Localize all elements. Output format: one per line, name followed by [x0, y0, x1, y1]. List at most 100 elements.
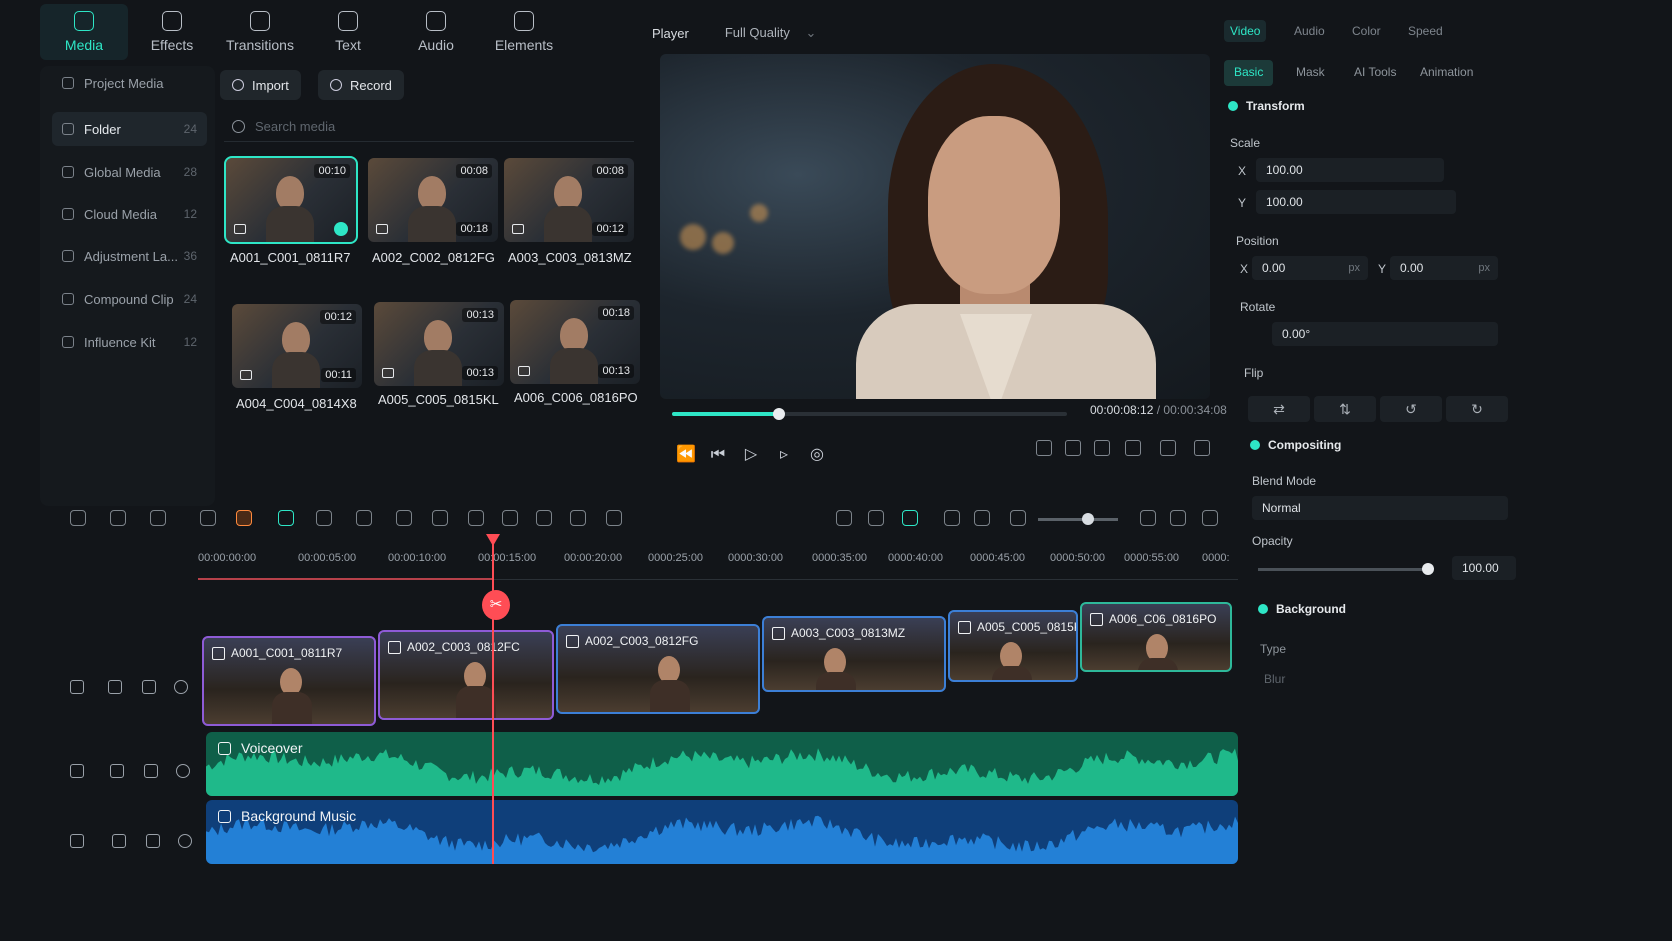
settings-icon[interactable] — [1194, 440, 1210, 456]
audio-detach-icon[interactable] — [502, 510, 518, 526]
freeze-icon[interactable] — [536, 510, 552, 526]
timeline-clip[interactable]: A002_C003_0812FC — [378, 630, 554, 720]
play-icon[interactable]: ▷ — [742, 446, 760, 464]
render-icon[interactable] — [1160, 440, 1176, 456]
marker-icon[interactable] — [396, 510, 412, 526]
nav-media[interactable]: Media — [40, 4, 128, 60]
link-icon[interactable] — [868, 510, 884, 526]
timeline-clip[interactable]: A005_C005_0815KL — [948, 610, 1078, 682]
playback-progress[interactable] — [672, 408, 1067, 420]
opacity-handle[interactable] — [1422, 563, 1434, 575]
compositing-section[interactable]: Compositing — [1250, 438, 1341, 452]
record-voice-icon[interactable] — [570, 510, 586, 526]
opacity-field[interactable]: 100.00 — [1452, 556, 1516, 580]
quality-dropdown[interactable]: Full Quality — [725, 25, 817, 41]
rotate-field[interactable]: 0.00° — [1272, 322, 1498, 346]
scissors-icon[interactable]: ✂ — [482, 590, 510, 620]
track-settings-icon[interactable] — [1170, 510, 1186, 526]
undo-icon[interactable] — [110, 510, 126, 526]
mute-icon[interactable] — [112, 834, 126, 848]
sidebar-item-influence-kit[interactable]: Influence Kit 12 — [52, 325, 207, 359]
loop-icon[interactable]: ◎ — [808, 446, 826, 464]
ripple-icon[interactable] — [944, 510, 960, 526]
nav-effects[interactable]: Effects — [128, 4, 216, 60]
display-icon[interactable] — [1094, 440, 1110, 456]
sidebar-item-adjustment-layer[interactable]: Adjustment La... 36 — [52, 239, 207, 273]
lock-icon[interactable] — [146, 834, 160, 848]
crop-tool-icon[interactable] — [278, 510, 294, 526]
tab-color[interactable]: Color — [1346, 20, 1387, 42]
timeline-clip[interactable]: A003_C003_0813MZ — [762, 616, 946, 692]
scale-x-field[interactable]: 100.00 — [1256, 158, 1444, 182]
mask-icon[interactable] — [468, 510, 484, 526]
subtab-animation[interactable]: Animation — [1410, 60, 1483, 86]
timeline-clip[interactable]: A002_C003_0812FG — [556, 624, 760, 714]
ai-cut-icon[interactable] — [236, 510, 252, 526]
nav-transitions[interactable]: Transitions — [216, 4, 304, 60]
video-preview[interactable] — [660, 54, 1210, 399]
position-x-field[interactable]: 0.00 px — [1252, 256, 1368, 280]
subtab-basic[interactable]: Basic — [1224, 60, 1274, 86]
zoom-fit-icon[interactable] — [974, 510, 990, 526]
media-thumb[interactable]: 00:18 00:13 — [510, 300, 640, 384]
color-icon[interactable] — [356, 510, 372, 526]
speed-icon[interactable] — [316, 510, 332, 526]
crop-icon[interactable] — [1065, 440, 1081, 456]
sidebar-item-folder[interactable]: Folder 24 — [52, 112, 207, 146]
transform-section[interactable]: Transform — [1228, 99, 1305, 113]
music-clip[interactable]: Background Music — [206, 800, 1238, 864]
keyframe-icon[interactable] — [432, 510, 448, 526]
tab-speed[interactable]: Speed — [1402, 20, 1449, 42]
fullscreen-icon[interactable] — [1036, 440, 1052, 456]
timeline-clip[interactable]: A001_C001_0811R7 — [202, 636, 376, 726]
nav-text[interactable]: Text — [304, 4, 392, 60]
opacity-slider[interactable] — [1258, 563, 1434, 575]
media-thumb[interactable]: 00:13 00:13 — [374, 302, 504, 386]
position-y-field[interactable]: 0.00 px — [1390, 256, 1498, 280]
search-input[interactable]: Search media — [224, 112, 634, 142]
zoom-slider[interactable] — [1038, 513, 1118, 525]
media-thumb[interactable]: 00:10 — [224, 156, 358, 244]
nav-elements[interactable]: Elements — [480, 4, 568, 60]
subtab-mask[interactable]: Mask — [1286, 60, 1335, 86]
subtab-ai-tools[interactable]: AI Tools — [1344, 60, 1406, 86]
export-clip-icon[interactable] — [606, 510, 622, 526]
media-thumb[interactable]: 00:08 00:12 — [504, 158, 634, 242]
playhead[interactable] — [486, 534, 500, 864]
audio-link-icon[interactable] — [108, 680, 122, 694]
timeline-clip[interactable]: A006_C06_0816PO — [1080, 602, 1232, 672]
zoom-handle[interactable] — [1082, 513, 1094, 525]
nav-audio[interactable]: Audio — [392, 4, 480, 60]
step-forward-icon[interactable]: ▹ — [775, 446, 793, 464]
collapse-icon[interactable] — [1202, 510, 1218, 526]
zoom-in-icon[interactable] — [1140, 510, 1156, 526]
magnet-icon[interactable] — [902, 510, 918, 526]
background-section[interactable]: Background — [1258, 602, 1346, 616]
snap-icon[interactable] — [836, 510, 852, 526]
sidebar-item-cloud-media[interactable]: Cloud Media 12 — [52, 197, 207, 231]
lock-icon[interactable] — [142, 680, 156, 694]
rotate-right-icon[interactable]: ↻ — [1446, 396, 1508, 422]
sidebar-item-compound-clip[interactable]: Compound Clip 24 — [52, 282, 207, 316]
redo-icon[interactable] — [150, 510, 166, 526]
tab-audio[interactable]: Audio — [1288, 20, 1331, 42]
record-button[interactable]: Record — [318, 70, 404, 100]
import-button[interactable]: Import — [220, 70, 301, 100]
flip-horizontal-icon[interactable]: ⇄ — [1248, 396, 1310, 422]
tab-video[interactable]: Video — [1224, 20, 1267, 42]
progress-handle[interactable] — [772, 408, 785, 420]
rewind-icon[interactable]: ⏪ — [676, 446, 696, 464]
timeline-ruler[interactable]: 00:00:00:00 00:00:05:00 00:00:10:00 00:0… — [198, 540, 1238, 580]
mute-icon[interactable] — [110, 764, 124, 778]
media-thumb[interactable]: 00:12 00:11 — [232, 304, 362, 388]
eye-icon[interactable] — [176, 764, 190, 778]
sidebar-item-global-media[interactable]: Global Media 28 — [52, 155, 207, 189]
flip-vertical-icon[interactable]: ⇅ — [1314, 396, 1376, 422]
eye-icon[interactable] — [174, 680, 188, 694]
rotate-left-icon[interactable]: ↺ — [1380, 396, 1442, 422]
sidebar-project-media[interactable]: Project Media — [52, 66, 207, 100]
voiceover-clip[interactable]: Voiceover — [206, 732, 1238, 796]
select-tool-icon[interactable] — [70, 510, 86, 526]
media-thumb[interactable]: 00:08 00:18 — [368, 158, 498, 242]
snapshot-icon[interactable] — [1125, 440, 1141, 456]
